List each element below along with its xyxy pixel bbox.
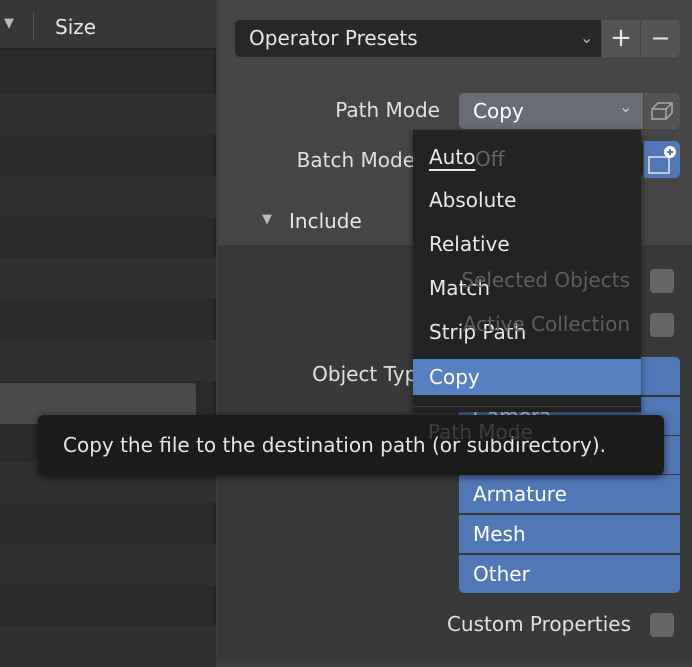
remove-preset-button[interactable]: − [641,20,680,57]
path-mode-label: Path Mode [335,98,440,122]
include-panel-header[interactable]: Include [289,209,362,233]
object-type-mesh[interactable]: Mesh [459,515,680,553]
menu-item-label: Auto [429,145,476,169]
embed-cube-icon[interactable] [644,93,680,129]
menu-item-copy[interactable]: Copy [413,359,641,395]
file-list-header: ▼ Size [0,0,216,50]
menu-item-label: Copy [429,365,480,389]
size-column-header[interactable]: Size [55,15,96,39]
add-preset-button[interactable]: + [602,20,640,57]
path-mode-value: Copy [473,99,524,123]
path-mode-dropdown[interactable]: Copy ⌄ [459,93,643,129]
custom-properties-checkbox[interactable] [650,613,674,637]
menu-item-label: Absolute [429,188,517,212]
tooltip: Copy the file to the destination path (o… [38,415,664,475]
object-types-label: Object Types [312,362,440,386]
operator-presets-dropdown[interactable]: Operator Presets ⌄ [235,20,601,57]
active-collection-checkbox[interactable] [650,313,674,337]
triangle-down-icon[interactable]: ▼ [4,16,14,31]
chevron-down-icon: ⌄ [580,28,594,47]
custom-properties-label: Custom Properties [446,612,631,636]
file-list[interactable] [0,0,216,667]
object-type-other[interactable]: Other [459,555,680,593]
menu-item-label: Relative [429,232,510,256]
active-collection-label: Active Collection [462,312,630,336]
new-folder-icon[interactable] [644,141,680,178]
batch-mode-label: Batch Mode [296,148,415,172]
triangle-down-icon[interactable]: ▼ [262,212,272,227]
menu-item-auto[interactable]: Auto [413,139,641,175]
chevron-down-icon: ⌄ [619,97,633,116]
selected-objects-checkbox[interactable] [650,269,674,293]
operator-presets-label: Operator Presets [249,26,418,50]
menu-item-absolute[interactable]: Absolute [413,182,641,218]
batch-mode-value: Off [475,147,505,171]
selected-objects-label: Selected Objects [461,268,630,292]
menu-item-relative[interactable]: Relative [413,226,641,262]
menu-title: Path Mode [428,420,533,444]
object-type-armature[interactable]: Armature [459,475,680,513]
